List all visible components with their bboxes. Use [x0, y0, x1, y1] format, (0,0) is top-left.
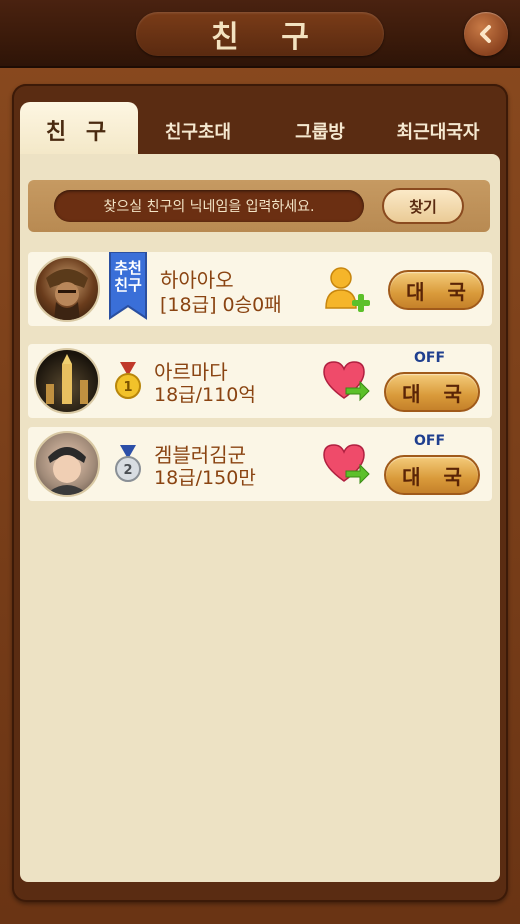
heart-send-icon[interactable]: [322, 441, 370, 485]
battle-button[interactable]: 대 국: [384, 455, 480, 495]
search-button[interactable]: 찾기: [382, 188, 464, 224]
medal-rank: 1: [123, 380, 132, 395]
recommend-badge: 추천 친구: [108, 260, 148, 294]
gold-medal-icon: 1: [115, 362, 141, 399]
search-input[interactable]: 찾으실 친구의 닉네임을 입력하세요.: [54, 190, 364, 222]
tab-invite[interactable]: 친구초대: [138, 108, 258, 154]
recommend-badge-line1: 추천: [114, 259, 142, 277]
avatar-warrior-icon: [46, 269, 88, 320]
friend-row[interactable]: 2 겜블러김군 18급/150만 OFF 대 국: [28, 427, 492, 501]
battle-button[interactable]: 대 국: [388, 270, 484, 310]
heart-send-icon[interactable]: [322, 358, 370, 402]
tab-friends[interactable]: 친 구: [20, 102, 138, 158]
avatar: [34, 348, 100, 414]
title-plate: 친 구: [136, 12, 384, 56]
friend-record: [18급] 0승0패: [160, 294, 282, 316]
add-friend-icon[interactable]: [324, 266, 372, 312]
avatar-city-night-icon: [46, 354, 88, 404]
friend-money: 18급/150만: [154, 467, 256, 489]
friend-row[interactable]: 1 아르마다 18급/110억 OFF 대 국: [28, 344, 492, 418]
back-button[interactable]: [464, 12, 508, 56]
page-title: 친 구: [211, 20, 325, 55]
tab-bar: 친 구 친구초대 그룹방 최근대국자: [20, 102, 500, 158]
medal-rank: 2: [123, 463, 132, 478]
status-badge: OFF: [414, 350, 446, 366]
avatar: [34, 256, 100, 322]
avatar-child-icon: [48, 447, 86, 495]
battle-button[interactable]: 대 국: [384, 372, 480, 412]
tab-recent-opponents[interactable]: 최근대국자: [376, 108, 500, 154]
status-badge: OFF: [414, 433, 446, 449]
friend-money: 18급/110억: [154, 384, 256, 406]
tab-group-room[interactable]: 그룹방: [260, 108, 380, 154]
friend-row[interactable]: 추천 친구 하아아오 [18급] 0승0패 대 국: [28, 252, 492, 326]
recommend-badge-line2: 친구: [114, 276, 142, 294]
header-bar: 친 구: [0, 0, 520, 68]
avatar: [34, 431, 100, 497]
silver-medal-icon: 2: [115, 445, 141, 482]
friend-name: 하아아오: [160, 268, 234, 292]
chevron-left-icon: [480, 25, 491, 43]
